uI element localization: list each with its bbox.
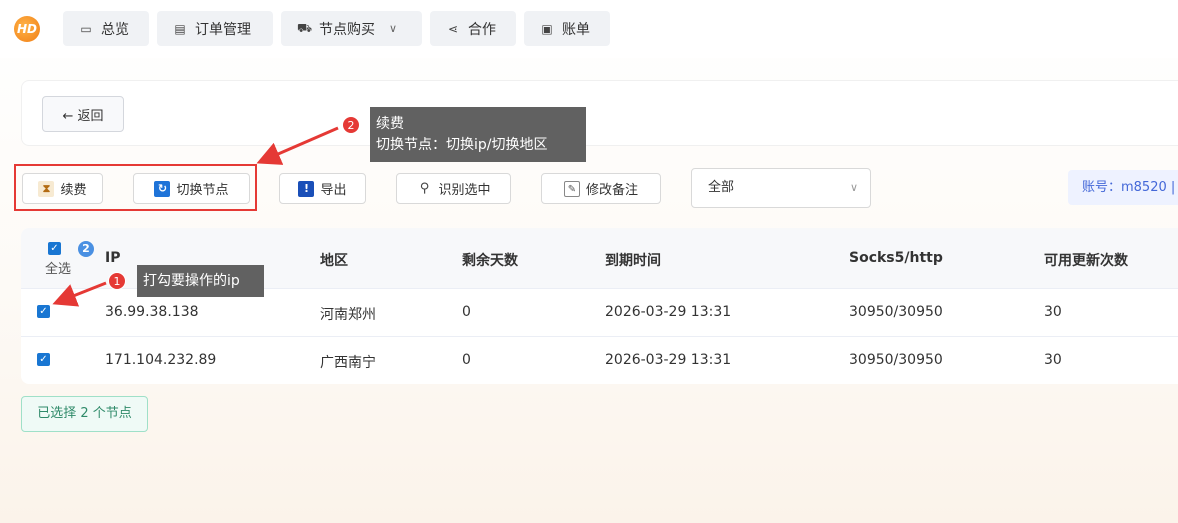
nav-orders-label: 订单管理 (195, 21, 251, 38)
refresh-icon: ↻ (154, 180, 171, 197)
export-icon: ! (298, 180, 315, 197)
cell-socks-http: 30950/30950 (849, 352, 943, 368)
renew-tooltip-line2: 切换节点：切换ip/切换地区 (376, 137, 548, 153)
cell-region: 广西南宁 (320, 355, 376, 371)
cell-days-left: 0 (462, 352, 471, 368)
export-button-label: 导出 (320, 183, 347, 198)
renew-button-label: 续费 (60, 183, 87, 198)
column-header-socks-http: Socks5/http (849, 250, 943, 266)
edit-note-button-label: 修改备注 (585, 183, 638, 198)
row-divider (21, 336, 1178, 337)
recognize-selected-button-label: 识别选中 (438, 183, 491, 198)
column-header-expire-time: 到期时间 (605, 253, 661, 269)
cell-days-left: 0 (462, 304, 471, 320)
column-header-ip: IP (105, 250, 121, 266)
column-header-region: 地区 (320, 253, 348, 269)
hourglass-icon: ⧗ (38, 180, 55, 197)
chevron-down-icon: ∨ (849, 181, 858, 194)
nav-cooperation[interactable]: ⋖ 合作 (430, 11, 516, 46)
back-button[interactable]: ← 返回 (42, 96, 124, 132)
switch-node-button[interactable]: ↻ 切换节点 (133, 173, 250, 204)
cart-icon: ⛟ (297, 20, 313, 35)
column-header-days-left: 剩余天数 (462, 253, 518, 269)
document-icon: ▤ (174, 21, 186, 36)
renew-tooltip: 续费 切换节点：切换ip/切换地区 (370, 107, 586, 162)
filter-select-value: 全部 (708, 180, 735, 195)
switch-node-button-label: 切换节点 (176, 183, 229, 198)
cell-expire-time: 2026-03-29 13:31 (605, 352, 732, 368)
column-header-update-count: 可用更新次数 (1044, 253, 1128, 269)
step-1-badge: 1 (108, 272, 126, 290)
nav-orders[interactable]: ▤ 订单管理 (157, 11, 273, 46)
selection-info: 已选择 2 个节点 (21, 396, 148, 432)
export-button[interactable]: ! 导出 (279, 173, 366, 204)
nav-bills-label: 账单 (562, 21, 590, 38)
row-checkbox[interactable]: ✓ (37, 305, 50, 318)
renew-tooltip-line1: 续费 (376, 116, 404, 132)
cell-update-count: 30 (1044, 352, 1062, 368)
back-card (21, 80, 1178, 146)
row-checkbox[interactable]: ✓ (37, 353, 50, 366)
edit-note-button[interactable]: ✎ 修改备注 (541, 173, 661, 204)
cell-ip: 171.104.232.89 (105, 352, 217, 368)
share-icon: ⋖ (447, 21, 459, 36)
selected-count-badge: 2 (78, 241, 94, 257)
logo[interactable]: HD (14, 16, 40, 42)
step-2-badge: 2 (342, 116, 360, 134)
select-tooltip: 打勾要操作的ip (137, 265, 264, 297)
renew-button[interactable]: ⧗ 续费 (22, 173, 103, 204)
recognize-selected-button[interactable]: ⚲ 识别选中 (396, 173, 511, 204)
nav-overview-label: 总览 (101, 21, 129, 38)
nav-bills[interactable]: ▣ 账单 (524, 11, 610, 46)
cell-update-count: 30 (1044, 304, 1062, 320)
nav-buy-node[interactable]: ⛟ 节点购买 ∨ (281, 11, 422, 46)
cell-expire-time: 2026-03-29 13:31 (605, 304, 732, 320)
monitor-icon: ▭ (80, 21, 92, 36)
nav-buy-node-label: 节点购买 (319, 21, 375, 38)
select-all-checkbox[interactable]: ✓ (48, 242, 61, 255)
note-edit-icon: ✎ (563, 180, 580, 197)
select-all-label: 全选 (45, 262, 72, 277)
nav-overview[interactable]: ▭ 总览 (63, 11, 149, 46)
cell-socks-http: 30950/30950 (849, 304, 943, 320)
nav-cooperation-label: 合作 (468, 21, 496, 38)
filter-select[interactable]: 全部 ∨ (691, 168, 871, 208)
magnifier-icon: ⚲ (416, 180, 433, 197)
account-badge: 账号：m8520 | (1068, 170, 1178, 205)
chevron-down-icon: ∨ (389, 22, 398, 35)
cell-region: 河南郑州 (320, 307, 376, 323)
cell-ip: 36.99.38.138 (105, 304, 199, 320)
bill-icon: ▣ (541, 21, 553, 36)
